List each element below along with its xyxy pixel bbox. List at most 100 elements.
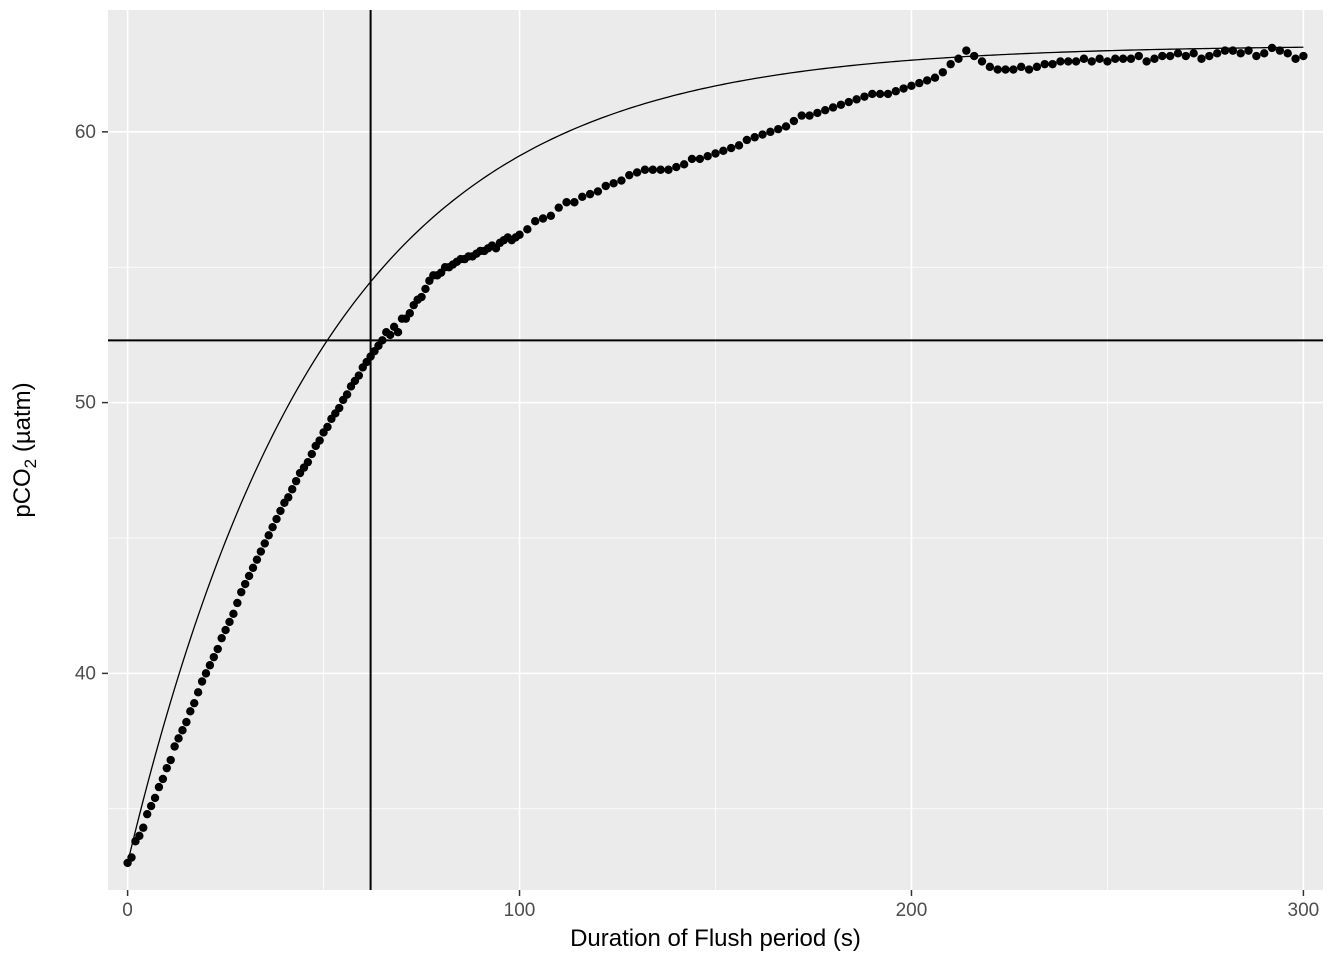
data-point xyxy=(241,580,249,588)
data-point xyxy=(237,588,245,596)
data-point xyxy=(766,128,774,136)
data-point xyxy=(845,98,853,106)
data-point xyxy=(1080,55,1088,63)
data-point xyxy=(649,166,657,174)
data-point xyxy=(1299,52,1307,60)
data-point xyxy=(1064,57,1072,65)
data-point xyxy=(225,618,233,626)
data-point xyxy=(939,68,947,76)
x-axis-title: Duration of Flush period (s) xyxy=(570,925,861,952)
data-point xyxy=(217,634,225,642)
data-point xyxy=(860,92,868,100)
data-point xyxy=(182,718,190,726)
data-point xyxy=(782,122,790,130)
data-point xyxy=(1166,52,1174,60)
data-point xyxy=(1268,44,1276,52)
data-point xyxy=(394,328,402,336)
data-point xyxy=(758,130,766,138)
data-point xyxy=(288,485,296,493)
data-point xyxy=(703,152,711,160)
data-point xyxy=(743,136,751,144)
data-point xyxy=(1205,52,1213,60)
data-point xyxy=(190,699,198,707)
data-point xyxy=(1072,57,1080,65)
x-tick-label: 100 xyxy=(504,900,536,921)
data-point xyxy=(1174,49,1182,57)
data-point xyxy=(253,555,261,563)
x-tick-label: 300 xyxy=(1288,900,1320,921)
data-point xyxy=(272,515,280,523)
data-point xyxy=(562,198,570,206)
data-point xyxy=(1221,46,1229,54)
data-point xyxy=(923,76,931,84)
data-point xyxy=(892,87,900,95)
data-point xyxy=(813,109,821,117)
data-point xyxy=(343,390,351,398)
data-point xyxy=(798,111,806,119)
data-point xyxy=(931,73,939,81)
data-point xyxy=(135,832,143,840)
data-point xyxy=(719,147,727,155)
data-point xyxy=(688,155,696,163)
data-point xyxy=(1236,49,1244,57)
data-point xyxy=(578,193,586,201)
data-point xyxy=(1150,55,1158,63)
data-point xyxy=(1095,55,1103,63)
data-point xyxy=(672,163,680,171)
data-point xyxy=(555,203,563,211)
data-point xyxy=(617,176,625,184)
data-point xyxy=(993,65,1001,73)
data-point xyxy=(515,231,523,239)
data-point xyxy=(1260,49,1268,57)
data-point xyxy=(155,783,163,791)
data-point xyxy=(1252,52,1260,60)
data-point xyxy=(1291,55,1299,63)
data-point xyxy=(304,458,312,466)
data-point xyxy=(805,111,813,119)
data-point xyxy=(284,493,292,501)
data-point xyxy=(946,60,954,68)
data-point xyxy=(1213,49,1221,57)
data-point xyxy=(1017,63,1025,71)
data-point xyxy=(602,182,610,190)
data-point xyxy=(221,626,229,634)
data-point xyxy=(1119,55,1127,63)
data-point xyxy=(1229,46,1237,54)
data-point xyxy=(276,507,284,515)
data-point xyxy=(257,547,265,555)
data-point xyxy=(170,742,178,750)
data-point xyxy=(962,46,970,54)
data-point xyxy=(1142,57,1150,65)
data-point xyxy=(1127,55,1135,63)
data-point xyxy=(127,853,135,861)
data-point xyxy=(735,141,743,149)
data-point xyxy=(229,610,237,618)
data-point xyxy=(147,802,155,810)
data-point xyxy=(378,336,386,344)
data-point xyxy=(264,531,272,539)
data-point xyxy=(1189,49,1197,57)
data-point xyxy=(656,166,664,174)
data-point xyxy=(1276,46,1284,54)
data-point xyxy=(837,101,845,109)
data-point xyxy=(159,775,167,783)
data-point xyxy=(680,160,688,168)
data-point xyxy=(1111,55,1119,63)
data-point xyxy=(1135,52,1143,60)
y-tick-label: 40 xyxy=(75,663,96,684)
data-point xyxy=(261,539,269,547)
data-point xyxy=(198,677,206,685)
data-point xyxy=(1009,65,1017,73)
data-point xyxy=(915,79,923,87)
data-point xyxy=(970,52,978,60)
data-point xyxy=(868,90,876,98)
data-point xyxy=(594,187,602,195)
data-point xyxy=(774,125,782,133)
data-point xyxy=(1158,52,1166,60)
data-point xyxy=(163,764,171,772)
data-point xyxy=(417,293,425,301)
data-point xyxy=(1025,65,1033,73)
x-tick-label: 200 xyxy=(896,900,928,921)
data-point xyxy=(1197,55,1205,63)
data-point xyxy=(214,645,222,653)
